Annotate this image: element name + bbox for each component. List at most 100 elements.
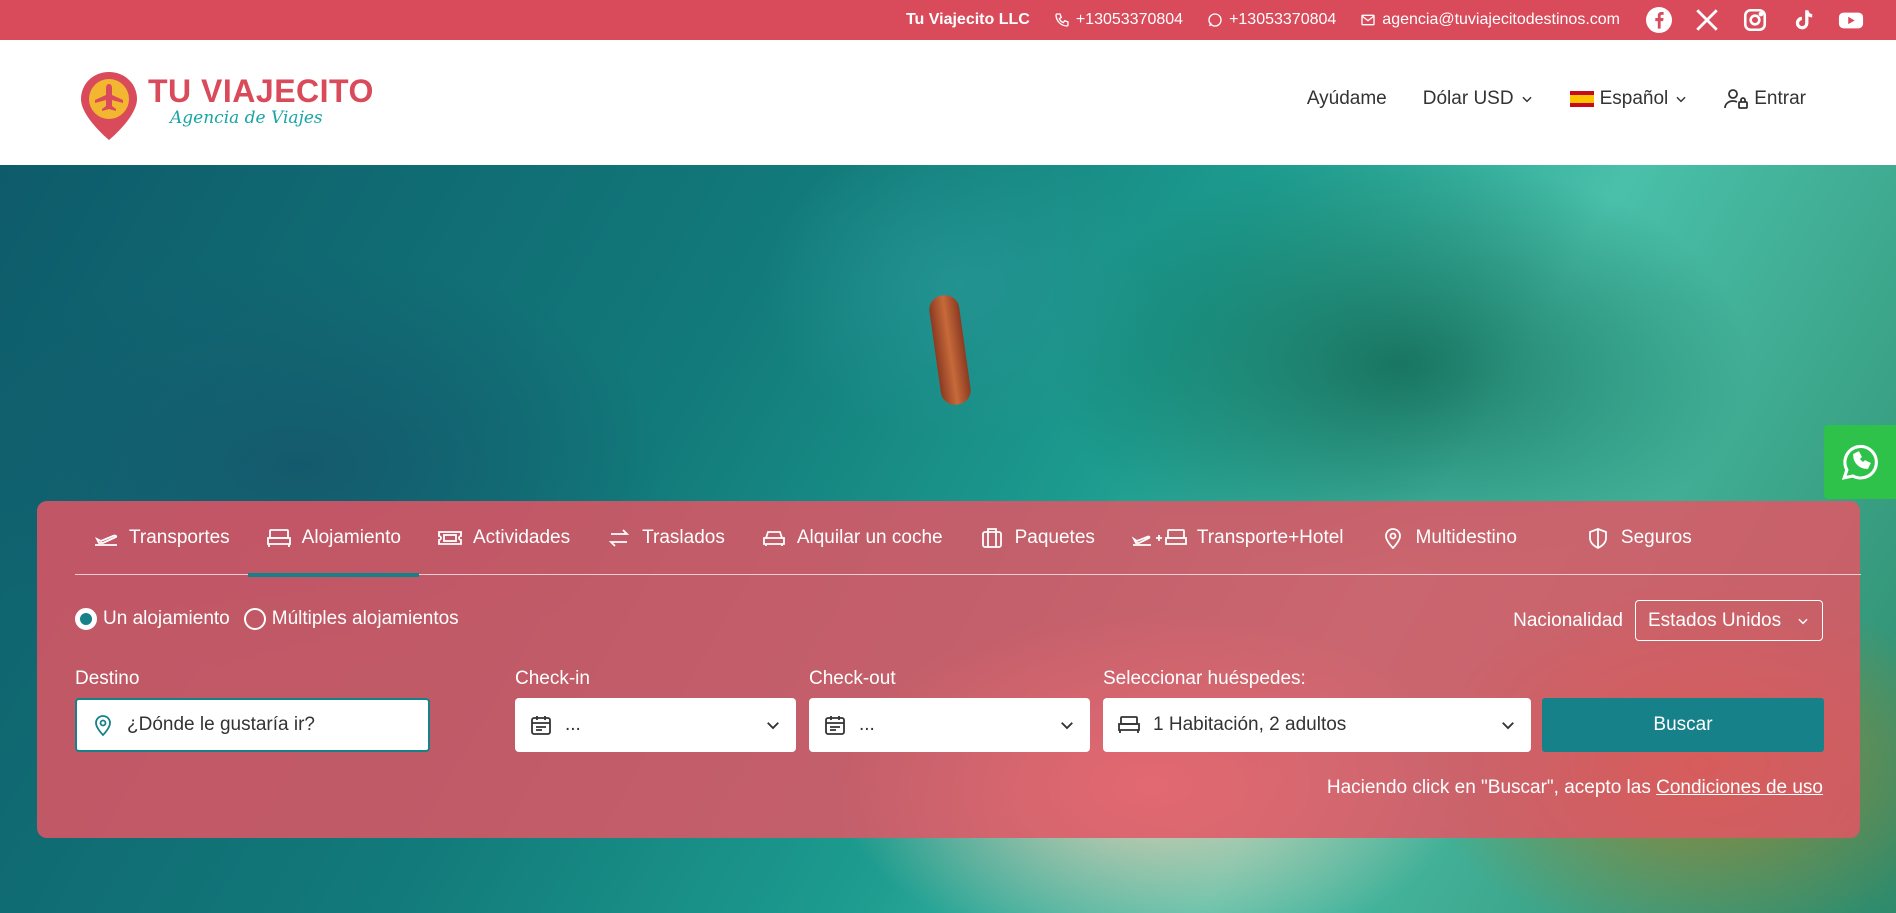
phone-icon: [1055, 13, 1069, 27]
chevron-down-icon: [1061, 722, 1073, 730]
user-lock-icon: [1724, 89, 1749, 109]
whatsapp-float-button[interactable]: [1824, 425, 1896, 499]
tab-label: Seguros: [1620, 527, 1692, 548]
language-dropdown[interactable]: Español: [1569, 88, 1689, 110]
suitcase-icon: [981, 528, 1002, 548]
email-address: agencia@tuviajecitodestinos.com: [1382, 11, 1620, 28]
chevron-down-icon: [1798, 618, 1808, 624]
guests-value: 1 Habitación, 2 adultos: [1153, 714, 1347, 735]
phone-contact[interactable]: +13053370804: [1054, 11, 1183, 29]
top-contact-bar: Tu Viajecito LLC +13053370804 +130533708…: [0, 0, 1896, 40]
radio-unchecked-icon: [243, 608, 266, 630]
tab-multidestino[interactable]: Multidestino: [1362, 501, 1535, 575]
destination-label: Destino: [75, 668, 140, 689]
instagram-icon[interactable]: [1742, 7, 1768, 33]
tab-alojamiento[interactable]: Alojamiento: [247, 501, 420, 577]
nationality-label: Nacionalidad: [1513, 609, 1623, 631]
logo-title: TU VIAJECITO: [148, 73, 374, 109]
social-links: [1646, 7, 1864, 33]
tab-label: Alquilar un coche: [796, 527, 943, 548]
tab-label: Alojamiento: [301, 527, 401, 548]
checkout-field[interactable]: ...: [809, 698, 1090, 752]
destination-placeholder: ¿Dónde le gustaría ir?: [127, 714, 315, 735]
bed-icon: [266, 529, 291, 547]
chevron-down-icon: [1502, 722, 1514, 730]
calendar-icon: [825, 716, 845, 735]
lodging-type-radios: Un alojamiento Múltiples alojamientos: [75, 608, 459, 630]
whatsapp-contact[interactable]: +13053370804: [1207, 11, 1336, 29]
nationality-value: Estados Unidos: [1648, 609, 1782, 631]
site-logo[interactable]: TU VIAJECITO Agencia de Viajes: [78, 70, 374, 142]
transfer-arrows-icon: [608, 529, 630, 547]
whatsapp-icon: [1841, 444, 1878, 480]
car-icon: [762, 531, 785, 546]
whatsapp-icon: [1208, 13, 1222, 27]
youtube-icon[interactable]: [1838, 7, 1864, 33]
tab-transporte-hotel[interactable]: Transporte+Hotel: [1113, 501, 1362, 575]
tab-alquilar-coche[interactable]: Alquilar un coche: [743, 501, 961, 575]
radio-label: Múltiples alojamientos: [271, 608, 459, 629]
phone-number: +13053370804: [1075, 11, 1184, 28]
whatsapp-number: +13053370804: [1229, 11, 1337, 28]
login-label: Entrar: [1754, 88, 1806, 109]
destination-input[interactable]: ¿Dónde le gustaría ir?: [75, 698, 430, 752]
main-nav: Ayúdame Dólar USD Español Entrar: [1307, 88, 1806, 110]
language-label: Español: [1599, 88, 1669, 109]
terms-text: Haciendo click en "Buscar", acepto las: [1326, 777, 1657, 798]
tab-transportes[interactable]: Transportes: [75, 501, 248, 575]
radio-label: Un alojamiento: [103, 608, 230, 629]
nationality-group: Nacionalidad Estados Unidos: [1513, 600, 1823, 641]
plane-plus-bed-icon: [1131, 529, 1187, 546]
checkout-value: ...: [859, 714, 875, 735]
map-pin-icon: [1384, 528, 1401, 549]
tab-traslados[interactable]: Traslados: [588, 501, 743, 575]
search-button[interactable]: Buscar: [1542, 698, 1824, 752]
terms-link[interactable]: Condiciones de uso: [1656, 777, 1823, 798]
shield-icon: [1589, 528, 1607, 549]
calendar-icon: [531, 716, 551, 735]
map-pin-icon: [95, 715, 111, 737]
radio-single-lodging[interactable]: Un alojamiento: [75, 608, 230, 630]
mail-icon: [1361, 14, 1375, 26]
x-twitter-icon[interactable]: [1694, 7, 1720, 33]
bed-icon: [1118, 716, 1140, 733]
spain-flag-icon: [1569, 91, 1594, 107]
checkin-label: Check-in: [515, 668, 590, 689]
currency-dropdown[interactable]: Dólar USD: [1423, 88, 1534, 110]
tab-label: Transporte+Hotel: [1196, 527, 1344, 548]
tab-actividades[interactable]: Actividades: [419, 501, 588, 575]
boat-image: [927, 293, 973, 407]
terms-notice: Haciendo click en "Buscar", acepto las C…: [1327, 777, 1823, 799]
plane-icon: [94, 534, 118, 546]
guests-label: Seleccionar huéspedes:: [1103, 668, 1306, 689]
facebook-icon[interactable]: [1646, 7, 1672, 33]
nationality-select[interactable]: Estados Unidos: [1635, 600, 1823, 641]
company-name: Tu Viajecito LLC: [905, 11, 1030, 28]
checkin-field[interactable]: ...: [515, 698, 796, 752]
tab-label: Multidestino: [1415, 527, 1517, 548]
tab-label: Actividades: [472, 527, 571, 548]
tab-paquetes[interactable]: Paquetes: [961, 501, 1113, 575]
tab-label: Transportes: [129, 527, 230, 548]
radio-multiple-lodging[interactable]: Múltiples alojamientos: [243, 608, 459, 630]
tab-label: Traslados: [642, 527, 725, 548]
chevron-down-icon: [1521, 96, 1532, 103]
radio-checked-icon: [75, 608, 97, 630]
logo-pin-icon: [81, 72, 137, 140]
tiktok-icon[interactable]: [1790, 7, 1816, 33]
help-link[interactable]: Ayúdame: [1307, 88, 1387, 110]
search-panel: Transportes Alojamiento Actividades Tras…: [37, 501, 1861, 838]
checkout-label: Check-out: [809, 668, 896, 689]
logo-subtitle: Agencia de Viajes: [170, 108, 323, 128]
ticket-icon: [438, 531, 462, 545]
search-tabs: Transportes Alojamiento Actividades Tras…: [75, 501, 1861, 577]
login-link[interactable]: Entrar: [1724, 88, 1806, 110]
checkin-value: ...: [565, 714, 581, 735]
currency-label: Dólar USD: [1422, 88, 1514, 109]
tab-seguros[interactable]: Seguros: [1567, 501, 1710, 575]
site-header: TU VIAJECITO Agencia de Viajes Ayúdame D…: [0, 40, 1896, 165]
guests-selector[interactable]: 1 Habitación, 2 adultos: [1103, 698, 1531, 752]
email-contact[interactable]: agencia@tuviajecitodestinos.com: [1360, 11, 1620, 29]
chevron-down-icon: [767, 722, 779, 730]
tab-label: Paquetes: [1014, 527, 1095, 548]
